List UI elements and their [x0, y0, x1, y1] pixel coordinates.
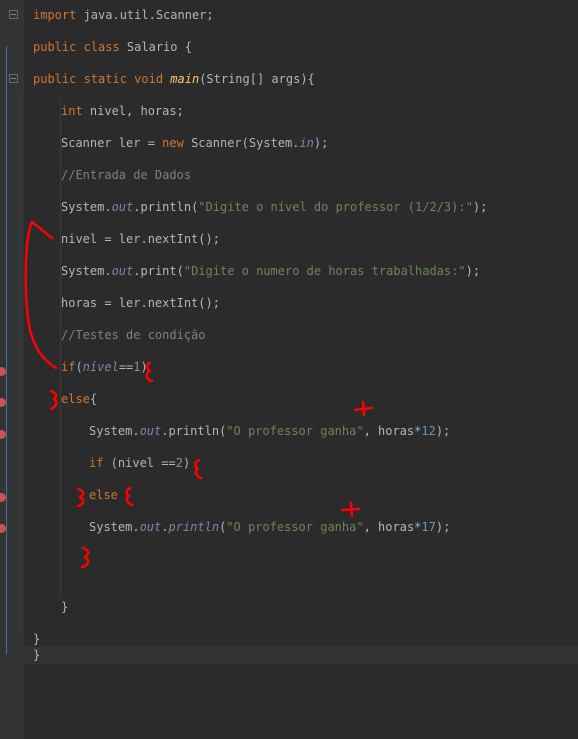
code-token: .println( — [133, 200, 199, 214]
code-token: out — [139, 424, 162, 438]
code-line-2[interactable]: public class Salario { — [33, 39, 192, 55]
code-token: } — [33, 648, 41, 662]
code-line-11[interactable]: //Testes de condição — [61, 327, 206, 343]
code-token: ); — [472, 200, 488, 214]
current-line-highlight — [24, 646, 578, 664]
code-token: nivel, horas; — [82, 104, 184, 118]
code-token: nível — [82, 360, 119, 374]
code-token: } — [61, 600, 69, 614]
code-line-9[interactable]: System.out.print("Digite o numero de hor… — [61, 263, 480, 279]
code-token: (nivel == — [103, 456, 176, 470]
code-line-16[interactable]: else — [89, 487, 118, 503]
code-token: (String[] args){ — [199, 72, 315, 86]
code-token: println — [168, 520, 220, 534]
code-token: else — [89, 488, 118, 502]
code-token: "O professor ganha" — [226, 424, 364, 438]
code-token: nivel = ler.nextInt(); — [61, 232, 220, 246]
code-token: .println( — [161, 424, 227, 438]
code-token: horas = ler.nextInt(); — [61, 296, 220, 310]
code-token: Scanner(System. — [183, 136, 300, 150]
code-line-1[interactable]: import java.util.Scanner; — [33, 7, 214, 23]
code-token: 1 — [133, 360, 141, 374]
code-token: java.util.Scanner; — [76, 8, 214, 22]
code-line-20[interactable]: } — [33, 647, 40, 663]
scope-guide — [6, 46, 7, 654]
code-line-15[interactable]: if (nivel ==2) — [89, 455, 190, 471]
code-line-3[interactable]: public static void main(String[] args){ — [33, 71, 315, 87]
code-line-13[interactable]: else{ — [61, 391, 97, 407]
fold-marker-icon[interactable] — [9, 74, 18, 83]
code-token: } — [33, 632, 41, 646]
code-token: System. — [89, 424, 140, 438]
code-token: if — [61, 360, 76, 374]
code-line-18[interactable]: } — [61, 599, 68, 615]
code-token: .print( — [133, 264, 184, 278]
code-token: , horas* — [363, 424, 422, 438]
code-token: new — [162, 136, 184, 150]
code-token: if — [89, 456, 104, 470]
code-token: "Digite o numero de horas trabalhadas:" — [183, 264, 466, 278]
code-token: //Entrada de Dados — [61, 168, 192, 182]
code-token: Scanner ler = — [61, 136, 163, 150]
code-line-6[interactable]: //Entrada de Dados — [61, 167, 191, 183]
code-line-19[interactable]: } — [33, 631, 40, 647]
code-token: main — [170, 72, 200, 86]
code-token: == — [118, 360, 134, 374]
code-line-4[interactable]: int nivel, horas; — [61, 103, 184, 119]
code-token: System. — [61, 200, 112, 214]
code-line-17[interactable]: System.out.println("O professor ganha", … — [89, 519, 450, 535]
code-token: public static void — [33, 72, 171, 86]
code-line-10[interactable]: horas = ler.nextInt(); — [61, 295, 220, 311]
code-token: out — [111, 200, 134, 214]
code-line-14[interactable]: System.out.println("O professor ganha", … — [89, 423, 450, 439]
code-token: ( — [75, 360, 83, 374]
code-token: import — [33, 8, 77, 22]
code-token: in — [299, 136, 314, 150]
code-token: 17 — [421, 520, 436, 534]
code-token: . — [161, 520, 169, 534]
code-token: ); — [313, 136, 329, 150]
code-token: Salario { — [126, 40, 192, 54]
indent-guide — [20, 92, 21, 632]
code-line-12[interactable]: if(nível==1) — [61, 359, 148, 375]
code-token: out — [139, 520, 162, 534]
code-token: ); — [435, 520, 451, 534]
code-token: "Digite o nível do professor (1/2/3):" — [198, 200, 473, 214]
code-token: 12 — [421, 424, 436, 438]
code-token: ); — [435, 424, 451, 438]
code-line-5[interactable]: Scanner ler = new Scanner(System.in); — [61, 135, 328, 151]
code-token: System. — [89, 520, 140, 534]
code-token: int — [61, 104, 83, 118]
fold-marker-icon[interactable] — [9, 10, 18, 19]
code-token: { — [89, 392, 98, 406]
code-token: "O professor ganha" — [226, 520, 364, 534]
code-line-7[interactable]: System.out.println("Digite o nível do pr… — [61, 199, 487, 215]
code-line-8[interactable]: nivel = ler.nextInt(); — [61, 231, 220, 247]
code-token: else — [61, 392, 90, 406]
code-token: //Testes de condição — [61, 328, 206, 342]
code-token: 2 — [175, 456, 183, 470]
code-token: , horas* — [363, 520, 422, 534]
code-token: ); — [465, 264, 481, 278]
code-token: System. — [61, 264, 112, 278]
code-token: public class — [33, 40, 127, 54]
code-token: ) — [182, 456, 191, 470]
code-token: ) — [140, 360, 148, 374]
code-token: out — [111, 264, 134, 278]
